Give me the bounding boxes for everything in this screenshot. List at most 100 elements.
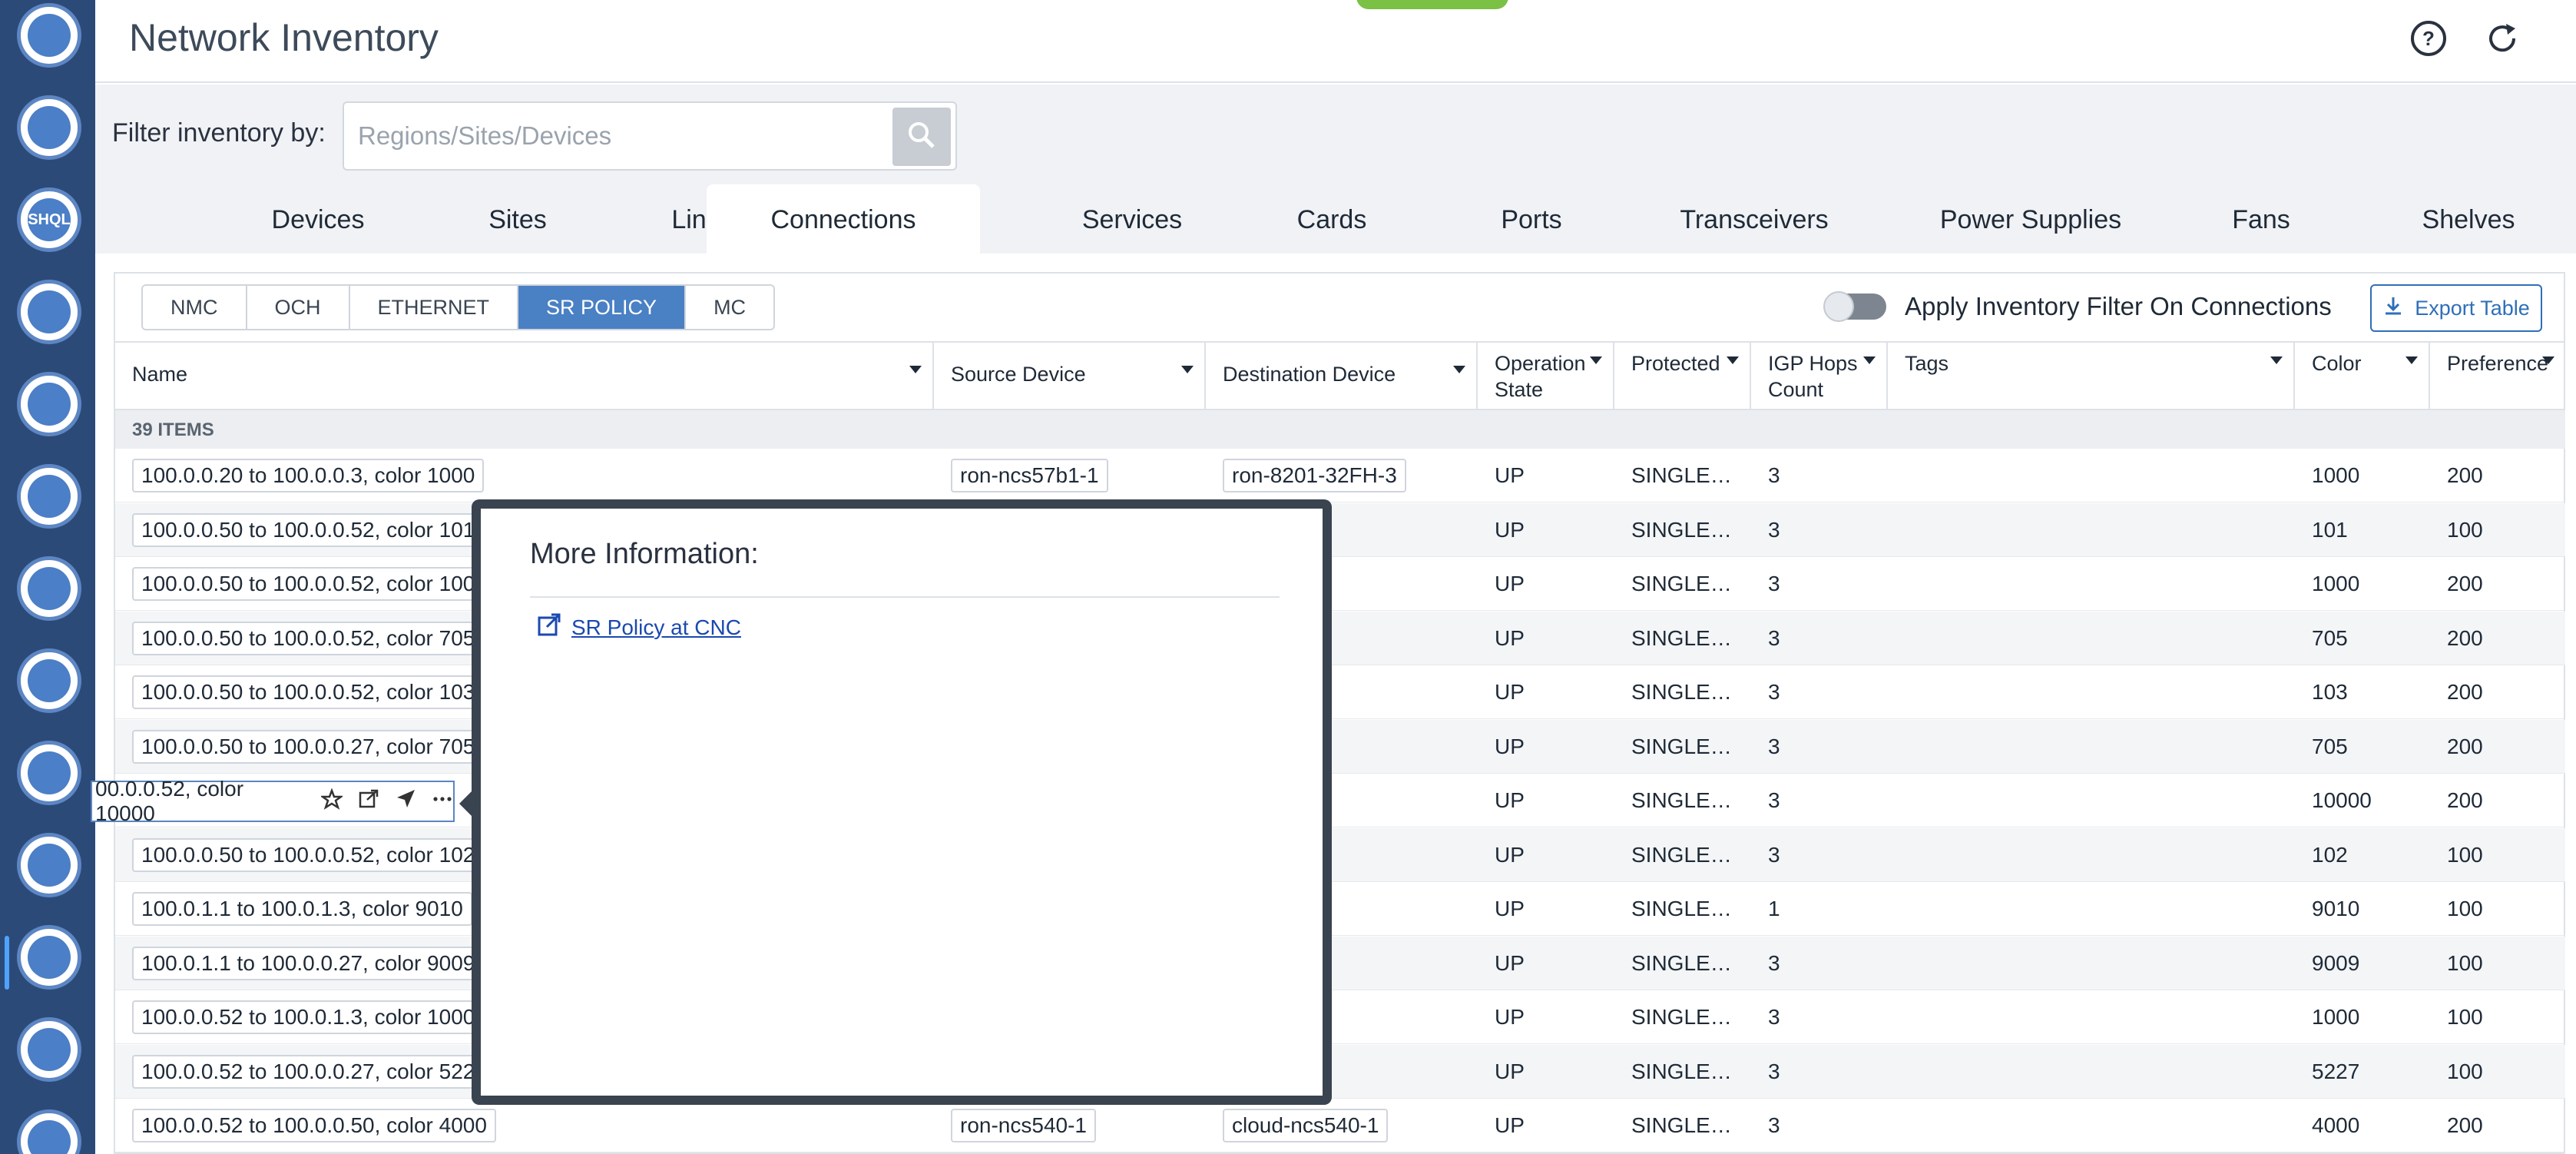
cell-destination-device-value[interactable]: ron-8201-32FH-3 (1223, 459, 1406, 492)
navigate-arrow-icon[interactable] (395, 788, 416, 815)
table-row[interactable]: 100.0.0.52 to 100.0.0.50, color 4000 ron-… (115, 1099, 2565, 1152)
cell-tags (1888, 1045, 2295, 1099)
cell-color: 5227 (2295, 1045, 2430, 1099)
cell-operation-state-value: UP (1495, 788, 1525, 812)
cell-source-device-value[interactable]: ron-ncs57b1-1 (951, 459, 1108, 492)
inventory-filter-toggle[interactable] (1823, 291, 1886, 322)
tab-fans[interactable]: Fans (2184, 184, 2338, 255)
cell-name-value[interactable]: 100.0.0.52 to 100.0.1.3, color 1000 (132, 1000, 485, 1034)
cell-color-value: 705 (2312, 734, 2348, 758)
open-external-icon[interactable] (358, 788, 379, 815)
tab-devices[interactable]: Devices (195, 184, 441, 255)
cell-tags (1888, 882, 2295, 936)
cell-protected: SINGLE… (1614, 557, 1751, 611)
inventory-document-icon[interactable] (17, 925, 81, 990)
help-icon[interactable]: ? (2407, 17, 2450, 60)
cell-operation-state-value: UP (1495, 517, 1525, 542)
cell-name-value[interactable]: 100.0.1.1 to 100.0.0.27, color 9009 (132, 946, 485, 980)
cell-tags (1888, 612, 2295, 665)
subtab-och[interactable]: OCH (247, 286, 350, 329)
topology-triangle-icon[interactable] (17, 1017, 81, 1082)
dashboard-gauge-icon[interactable] (17, 95, 81, 160)
trend-chart-icon-glyph (28, 659, 71, 702)
cell-name-value[interactable]: 100.0.0.50 to 100.0.0.27, color 705 (132, 729, 485, 764)
cell-name-value[interactable]: 100.0.0.50 to 100.0.0.52, color 102 (132, 837, 485, 872)
column-color[interactable]: Color (2295, 343, 2430, 410)
cell-operation-state: UP (1478, 937, 1614, 990)
filter-input[interactable] (358, 117, 911, 155)
cell-destination-device-value[interactable]: cloud-ncs540-1 (1223, 1109, 1389, 1142)
subtab-mc[interactable]: MC (686, 286, 774, 329)
column-destination-device[interactable]: Destination Device (1206, 343, 1478, 410)
table-row[interactable]: 100.0.0.20 to 100.0.0.3, color 1000 ron-n… (115, 449, 2565, 502)
cell-igp-hops-value: 3 (1768, 463, 1780, 487)
cell-protected: SINGLE… (1614, 1045, 1751, 1099)
cell-name-value[interactable]: 100.0.0.52 to 100.0.0.27, color 5227 (132, 1054, 496, 1089)
subtab-ethernet[interactable]: ETHERNET (349, 286, 519, 329)
tab-cards[interactable]: Cards (1240, 184, 1424, 255)
cell-color-value: 9009 (2312, 950, 2360, 975)
tab-connections[interactable]: Connections (707, 184, 980, 255)
cell-name-value[interactable]: 100.0.0.50 to 100.0.0.52, color 103 (132, 675, 485, 709)
layers-icon[interactable] (17, 556, 81, 621)
network-globe-icon[interactable] (17, 3, 81, 68)
settings-icon[interactable] (17, 1109, 81, 1154)
trend-chart-icon[interactable] (17, 648, 81, 713)
cell-name-value[interactable]: 100.0.0.50 to 100.0.0.52, color 101 (132, 512, 485, 547)
cell-name-value[interactable]: 100.0.1.1 to 100.0.1.3, color 9010 (132, 892, 472, 926)
subtab-nmc[interactable]: NMC (143, 286, 247, 329)
cell-protected: SINGLE… (1614, 937, 1751, 990)
column-name[interactable]: Name (115, 343, 934, 410)
links-icon[interactable] (17, 372, 81, 436)
cell-destination-device: cloud-ncs540-1 (1206, 1099, 1478, 1152)
column-source-device[interactable]: Source Device (934, 343, 1206, 410)
tab-sites[interactable]: Sites (425, 184, 610, 255)
cell-preference: 200 (2430, 665, 2565, 719)
shql-icon[interactable]: SHQL (17, 187, 81, 252)
column-igp-label-2: Count (1768, 378, 1824, 401)
column-tags[interactable]: Tags (1888, 343, 2295, 410)
column-operation-state[interactable]: Operation State (1478, 343, 1614, 410)
sort-caret-icon (1181, 366, 1194, 373)
sr-policy-cnc-link[interactable]: SR Policy at CNC (536, 612, 741, 643)
hovered-name-cell[interactable]: 00.0.0.52, color 10000 (91, 777, 455, 825)
cell-protected: SINGLE… (1614, 828, 1751, 882)
cell-protected: SINGLE… (1614, 882, 1751, 936)
search-button[interactable] (892, 108, 951, 166)
cell-source-device: ron-ncs540-1 (934, 1099, 1206, 1152)
cell-name-value[interactable]: 100.0.0.20 to 100.0.0.3, color 1000 (132, 459, 485, 492)
cell-source-device-value[interactable]: ron-ncs540-1 (951, 1109, 1096, 1142)
refresh-icon[interactable] (2481, 17, 2524, 60)
cell-protected-value: SINGLE… (1631, 1113, 1732, 1137)
cell-operation-state: UP (1478, 720, 1614, 774)
cell-preference: 100 (2430, 990, 2565, 1044)
cell-name-value[interactable]: 100.0.0.52 to 100.0.0.50, color 4000 (132, 1109, 496, 1142)
cell-preference-value: 200 (2447, 734, 2483, 758)
library-icon[interactable] (17, 741, 81, 805)
column-protected[interactable]: Protected (1614, 343, 1751, 410)
popover-title: More Information: (530, 538, 759, 570)
cell-tags (1888, 720, 2295, 774)
subtab-sr-policy[interactable]: SR POLICY (518, 286, 687, 329)
column-preference[interactable]: Preference (2430, 343, 2565, 410)
cell-name-value[interactable]: 100.0.0.50 to 100.0.0.52, color 1000 (132, 567, 496, 601)
toggle-knob (1823, 291, 1854, 322)
export-table-button[interactable]: Export Table (2370, 284, 2542, 332)
tab-shelves[interactable]: Shelves (2376, 184, 2561, 255)
cell-name-value[interactable]: 100.0.0.50 to 100.0.0.52, color 705 (132, 621, 485, 655)
tab-ports[interactable]: Ports (1424, 184, 1639, 255)
health-monitor-icon[interactable] (17, 833, 81, 897)
cell-preference-value: 200 (2447, 463, 2483, 487)
tab-power-supplies[interactable]: Power Supplies (1885, 184, 2177, 255)
more-ellipsis-icon[interactable] (432, 788, 453, 815)
star-icon[interactable] (320, 787, 344, 815)
column-igp-hops[interactable]: IGP Hops Count (1751, 343, 1888, 410)
fingerprint-icon[interactable] (17, 280, 81, 344)
cell-color: 103 (2295, 665, 2430, 719)
cell-tags (1888, 937, 2295, 990)
cell-igp-hops: 3 (1751, 937, 1888, 990)
chat-bubble-icon[interactable] (17, 464, 81, 529)
tab-services[interactable]: Services (1009, 184, 1255, 255)
tab-transceivers[interactable]: Transceivers (1631, 184, 1877, 255)
cell-tags (1888, 828, 2295, 882)
